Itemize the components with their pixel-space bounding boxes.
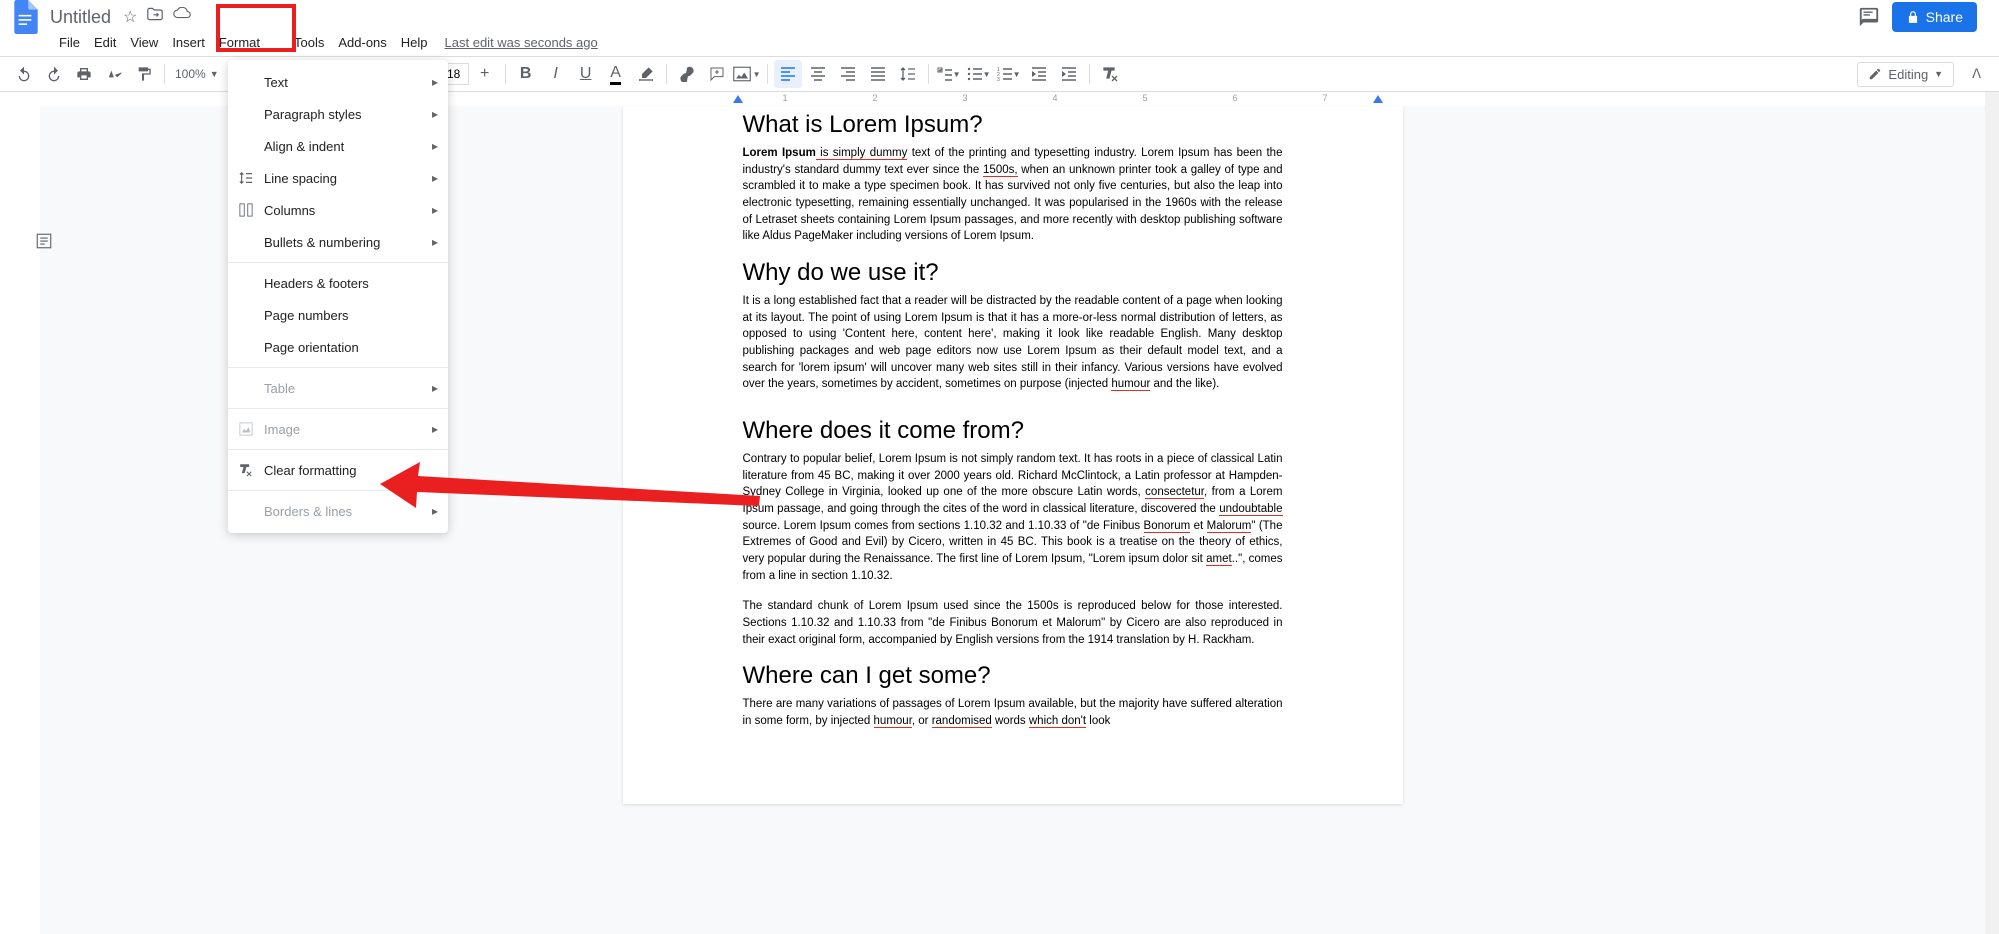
- paragraph-1: Lorem Ipsum is simply dummy text of the …: [743, 145, 1283, 245]
- menu-file[interactable]: File: [52, 31, 87, 54]
- heading-where-from: Where does it come from?: [743, 417, 1283, 445]
- align-justify-button[interactable]: [864, 60, 892, 88]
- paragraph-4: The standard chunk of Lorem Ipsum used s…: [743, 598, 1283, 648]
- underline-button[interactable]: U: [572, 60, 600, 88]
- move-icon[interactable]: [147, 7, 163, 27]
- menu-format[interactable]: Format: [212, 31, 267, 54]
- svg-text:3: 3: [997, 77, 1000, 82]
- star-icon[interactable]: ☆: [123, 7, 137, 27]
- add-comment-button[interactable]: [703, 60, 731, 88]
- insert-link-button[interactable]: [673, 60, 701, 88]
- redo-button[interactable]: [40, 60, 68, 88]
- bold-button[interactable]: B: [512, 60, 540, 88]
- italic-button[interactable]: I: [542, 60, 570, 88]
- menu-item-page-orientation[interactable]: Page orientation: [228, 331, 448, 363]
- zoom-selector[interactable]: 100% ▼: [171, 67, 223, 81]
- menu-item-headers-footers[interactable]: Headers & footers: [228, 267, 448, 299]
- menu-item-text[interactable]: Text: [228, 66, 448, 98]
- menu-item-page-numbers[interactable]: Page numbers: [228, 299, 448, 331]
- paragraph-3: Contrary to popular belief, Lorem Ipsum …: [743, 451, 1283, 584]
- editing-mode-selector[interactable]: Editing ▼: [1857, 62, 1954, 87]
- menu-item-line-spacing[interactable]: Line spacing: [228, 162, 448, 194]
- numbered-list-button[interactable]: 123▼: [995, 60, 1023, 88]
- checklist-button[interactable]: ▼: [935, 60, 963, 88]
- menu-item-paragraph-styles[interactable]: Paragraph styles: [228, 98, 448, 130]
- menu-edit[interactable]: Edit: [87, 31, 123, 54]
- ruler-left-indent-marker[interactable]: [733, 95, 743, 103]
- menu-item-bullets-numbering[interactable]: Bullets & numbering: [228, 226, 448, 258]
- paragraph-5: There are many variations of passages of…: [743, 696, 1283, 729]
- highlight-color-button[interactable]: [632, 60, 660, 88]
- share-button[interactable]: Share: [1892, 2, 1977, 32]
- align-right-button[interactable]: [834, 60, 862, 88]
- insert-image-button[interactable]: ▼: [733, 60, 761, 88]
- heading-why-use: Why do we use it?: [743, 259, 1283, 287]
- menu-addons[interactable]: Add-ons: [331, 31, 393, 54]
- heading-what-is: What is Lorem Ipsum?: [743, 111, 1283, 139]
- menu-tools[interactable]: Tools: [287, 31, 331, 54]
- align-left-button[interactable]: [774, 60, 802, 88]
- menu-item-borders-lines: Borders & lines: [228, 495, 448, 527]
- bulleted-list-button[interactable]: ▼: [965, 60, 993, 88]
- cloud-status-icon[interactable]: [173, 7, 191, 27]
- hide-menus-button[interactable]: ᐱ: [1964, 62, 1989, 86]
- menu-item-columns[interactable]: Columns: [228, 194, 448, 226]
- share-button-label: Share: [1926, 9, 1963, 25]
- decrease-indent-button[interactable]: [1025, 60, 1053, 88]
- menu-insert[interactable]: Insert: [165, 31, 212, 54]
- last-edit-link[interactable]: Last edit was seconds ago: [445, 35, 598, 50]
- paint-format-button[interactable]: [130, 60, 158, 88]
- increase-font-size-button[interactable]: +: [471, 60, 499, 88]
- align-center-button[interactable]: [804, 60, 832, 88]
- menu-item-align-indent[interactable]: Align & indent: [228, 130, 448, 162]
- vertical-ruler: [0, 92, 40, 934]
- heading-where-get: Where can I get some?: [743, 662, 1283, 690]
- clear-formatting-icon: [238, 462, 254, 478]
- document-title[interactable]: Untitled: [50, 7, 111, 28]
- columns-icon: [238, 202, 254, 218]
- ruler-right-indent-marker[interactable]: [1373, 95, 1383, 103]
- document-page[interactable]: What is Lorem Ipsum? Lorem Ipsum is simp…: [623, 106, 1403, 804]
- undo-button[interactable]: [10, 60, 38, 88]
- print-button[interactable]: [70, 60, 98, 88]
- open-comments-icon[interactable]: [1858, 6, 1880, 28]
- menu-help[interactable]: Help: [394, 31, 435, 54]
- spellcheck-button[interactable]: [100, 60, 128, 88]
- text-color-button[interactable]: A: [602, 60, 630, 88]
- paragraph-2: It is a long established fact that a rea…: [743, 293, 1283, 393]
- clear-formatting-button[interactable]: [1096, 60, 1124, 88]
- vertical-scrollbar[interactable]: [1985, 92, 1999, 934]
- line-spacing-button[interactable]: [894, 60, 922, 88]
- increase-indent-button[interactable]: [1055, 60, 1083, 88]
- docs-logo-icon[interactable]: [8, 0, 44, 35]
- menu-view[interactable]: View: [123, 31, 165, 54]
- format-dropdown-menu: Text Paragraph styles Align & indent Lin…: [228, 60, 448, 533]
- menu-item-image: Image: [228, 413, 448, 445]
- line-spacing-icon: [238, 170, 254, 186]
- menu-item-table: Table: [228, 372, 448, 404]
- image-icon: [238, 421, 254, 437]
- menu-item-clear-formatting[interactable]: Clear formatting: [228, 454, 448, 486]
